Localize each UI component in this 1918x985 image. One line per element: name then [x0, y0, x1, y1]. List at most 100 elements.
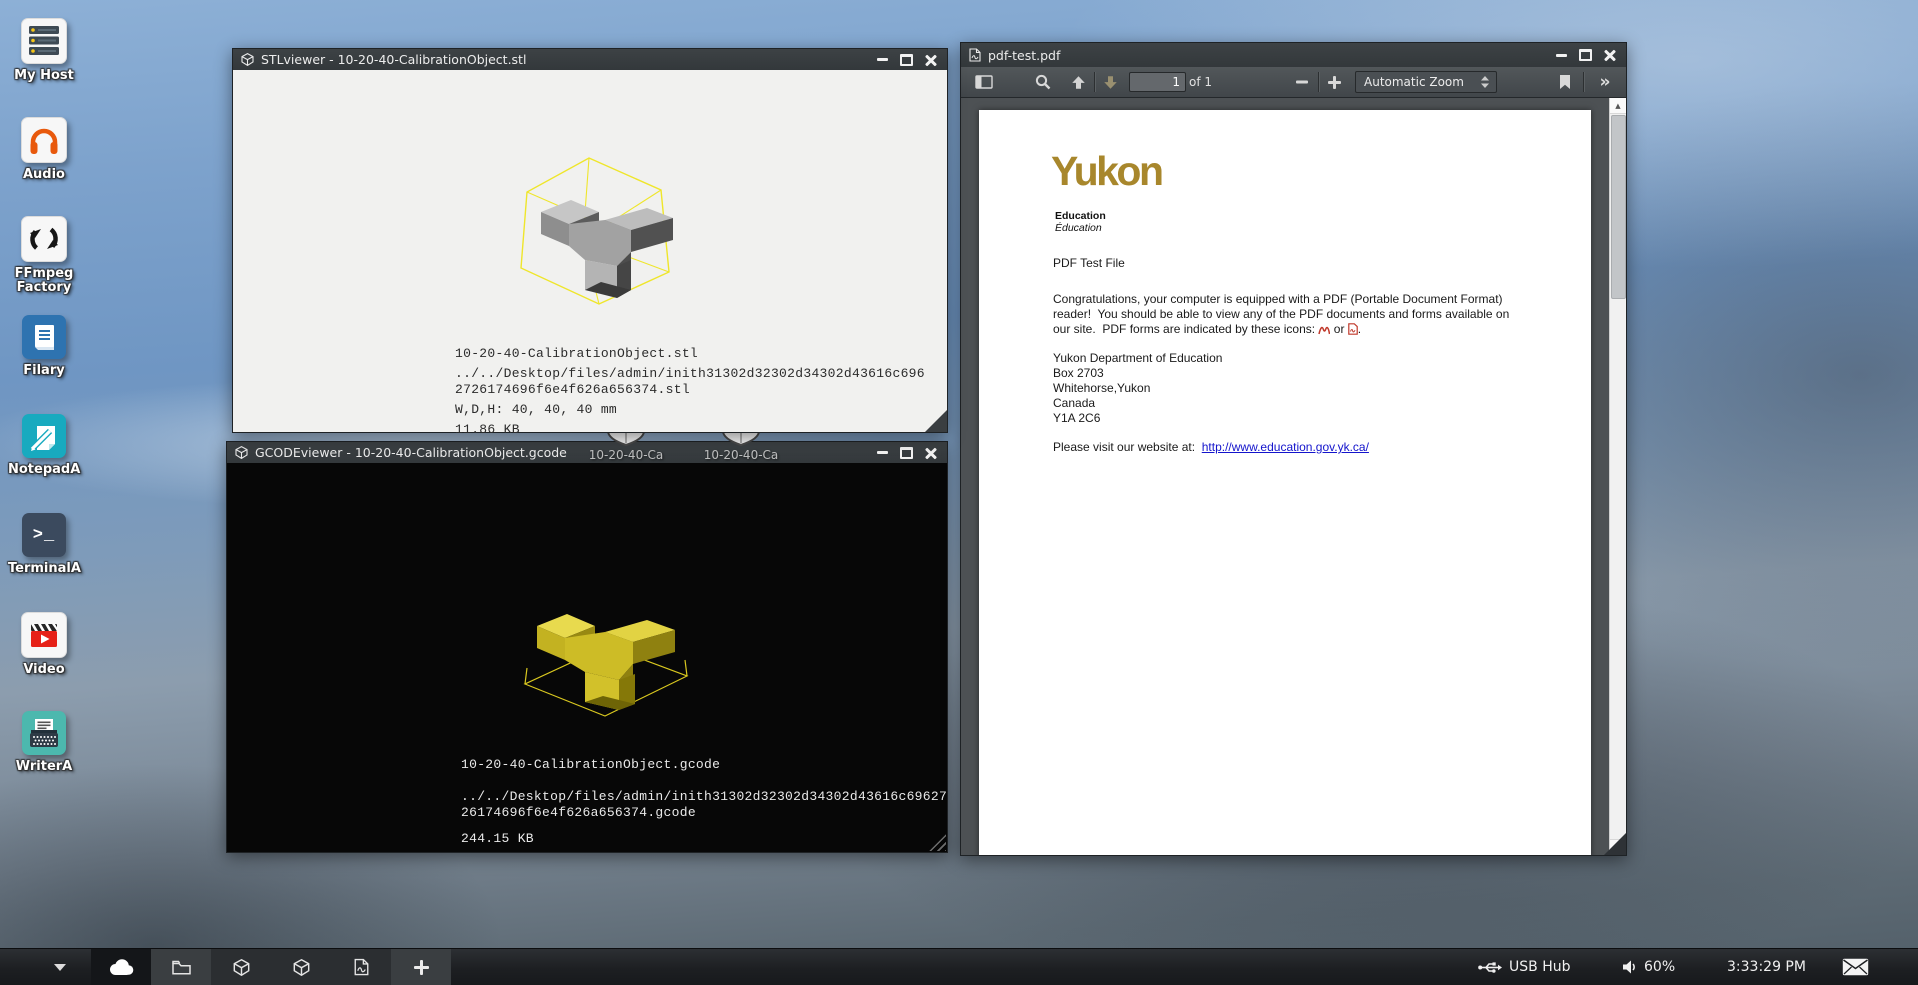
plus-icon	[414, 960, 429, 975]
desktop-icon-label: My Host	[8, 69, 80, 83]
resize-grip[interactable]	[1604, 833, 1626, 855]
desktop-icon-video[interactable]: Video	[8, 612, 80, 677]
arrow-up-icon	[1071, 75, 1086, 90]
task-button-gcodeviewer[interactable]	[271, 949, 331, 985]
maximize-button[interactable]	[900, 54, 913, 66]
more-tools-button[interactable]: »	[1591, 70, 1619, 94]
minimize-button[interactable]	[877, 451, 888, 454]
yukon-logo: Yukon	[1051, 148, 1162, 195]
pdf-file-icon	[969, 48, 981, 62]
zoom-out-button[interactable]	[1291, 70, 1313, 94]
search-icon	[1035, 74, 1051, 90]
pdf-address-line: Whitehorse,Yukon	[1053, 381, 1150, 395]
desktop-icon-label: NotepadA	[8, 463, 80, 477]
close-button[interactable]	[925, 54, 937, 66]
gcode-3d-viewport[interactable]: 10-20-40-CalibrationObject.gcode ../../D…	[227, 463, 947, 852]
pdf-content-area: Yukon Education Éducation PDF Test File …	[961, 98, 1626, 855]
gcode-path-line1: ../../Desktop/files/admin/inith31302d323…	[461, 789, 947, 804]
desktop-icon-notepada[interactable]: NotepadA	[8, 414, 80, 477]
desktop-icon-ffmpeg-factory[interactable]: FFmpeg Factory	[8, 216, 80, 295]
scroll-up-arrow[interactable]: ▲	[1610, 98, 1626, 114]
taskbar-collapse-button[interactable]	[40, 949, 80, 985]
cloud-icon	[107, 959, 135, 976]
folder-icon	[172, 960, 191, 975]
pdf-window-titlebar[interactable]: pdf-test.pdf	[961, 43, 1626, 67]
cube-icon	[235, 446, 248, 459]
task-button-files[interactable]	[151, 949, 211, 985]
minimize-button[interactable]	[877, 58, 888, 61]
close-button[interactable]	[1604, 49, 1616, 61]
desktop-icon-my-host[interactable]: My Host	[8, 18, 80, 83]
new-window-button[interactable]	[391, 949, 451, 985]
zoom-level-value: Automatic Zoom	[1364, 75, 1464, 89]
stl-model-preview	[501, 152, 706, 312]
pdf-paragraph-text: our site. PDF forms are indicated by the…	[1053, 322, 1318, 336]
maximize-button[interactable]	[900, 447, 913, 459]
scrollbar-thumb[interactable]	[1611, 115, 1626, 299]
sidebar-toggle-button[interactable]	[971, 70, 997, 94]
desktop-icon-label: TerminalA	[8, 562, 80, 576]
gcode-window-title: GCODEviewer - 10-20-40-CalibrationObject…	[255, 445, 567, 460]
previous-page-button[interactable]	[1065, 70, 1091, 94]
website-link[interactable]: http://www.education.gov.yk.ca/	[1202, 440, 1369, 454]
gcode-filesize: 244.15 KB	[461, 831, 534, 846]
desktop-icon-writera[interactable]: WriterA	[8, 711, 80, 774]
select-arrows-icon	[1481, 76, 1489, 88]
clapperboard-icon	[21, 612, 67, 658]
website-prefix: Please visit our website at:	[1053, 440, 1202, 454]
server-icon	[21, 18, 67, 64]
pdf-paragraph-line: our site. PDF forms are indicated by the…	[1053, 322, 1361, 336]
acrobat-icon	[1318, 324, 1330, 335]
pdf-paragraph-line: Congratulations, your computer is equipp…	[1053, 292, 1503, 306]
desktop-icon-terminala[interactable]: >_ TerminalA	[8, 513, 80, 576]
pdf-address-line: Canada	[1053, 396, 1095, 410]
desktop-screen: My Host Audio FFmpeg Factory	[0, 0, 1918, 985]
task-button-pdfviewer[interactable]	[331, 949, 391, 985]
resize-grip[interactable]	[927, 832, 946, 851]
bookmark-button[interactable]	[1553, 70, 1577, 94]
desktop-icon-label: FFmpeg Factory	[8, 267, 80, 295]
mail-status[interactable]	[1842, 949, 1869, 985]
stl-window-title: STLviewer - 10-20-40-CalibrationObject.s…	[261, 52, 526, 67]
plus-icon	[1328, 76, 1341, 89]
next-page-button[interactable]	[1097, 70, 1123, 94]
find-button[interactable]	[1031, 70, 1055, 94]
pdf-address-line: Box 2703	[1053, 366, 1104, 380]
clock-time: 3:33:29 PM	[1727, 959, 1806, 975]
pdf-scrollbar[interactable]: ▲ ▼	[1609, 98, 1626, 855]
desktop-icon-filary[interactable]: Filary	[8, 315, 80, 378]
gcode-model-preview	[507, 568, 702, 728]
toolbar-separator	[1094, 72, 1095, 92]
notepad-icon	[22, 414, 66, 458]
desktop-icon-audio[interactable]: Audio	[8, 117, 80, 182]
desktop-icon-label: Filary	[8, 364, 80, 378]
volume-status[interactable]: 60%	[1622, 949, 1675, 985]
maximize-button[interactable]	[1579, 49, 1592, 61]
pdf-form-icon	[1348, 323, 1358, 335]
page-number-input[interactable]	[1129, 72, 1186, 92]
usb-status[interactable]: USB Hub	[1478, 949, 1570, 985]
task-button-stlviewer[interactable]	[211, 949, 271, 985]
stl-filesize: 11.86 KB	[455, 422, 520, 437]
resize-grip[interactable]	[925, 410, 947, 432]
zoom-in-button[interactable]	[1323, 70, 1345, 94]
chevron-down-icon	[54, 964, 66, 971]
stl-3d-viewport[interactable]: 10-20-40-CalibrationObject.stl ../../Des…	[233, 70, 947, 432]
pdf-page: Yukon Education Éducation PDF Test File …	[979, 110, 1591, 855]
cube-icon	[233, 959, 250, 976]
bookmark-icon	[1559, 74, 1571, 90]
stl-filename: 10-20-40-CalibrationObject.stl	[455, 346, 698, 361]
yukon-logo-education: Education	[1055, 210, 1106, 222]
stl-window-titlebar[interactable]: STLviewer - 10-20-40-CalibrationObject.s…	[233, 49, 947, 70]
arrow-down-icon	[1103, 75, 1118, 90]
desktop-file-label: 10-20-40-Ca	[681, 448, 801, 462]
pdf-viewer-window: pdf-test.pdf	[960, 42, 1627, 856]
task-button-cloud[interactable]	[91, 949, 151, 985]
usb-icon	[1478, 961, 1502, 974]
minimize-button[interactable]	[1556, 54, 1567, 57]
close-button[interactable]	[925, 447, 937, 459]
zoom-level-select[interactable]: Automatic Zoom	[1355, 71, 1497, 93]
pdf-address-line: Y1A 2C6	[1053, 411, 1100, 425]
pdf-paragraph-line: reader! You should be able to view any o…	[1053, 307, 1509, 321]
taskbar: USB Hub 60% 3:33:29 PM	[0, 948, 1918, 985]
